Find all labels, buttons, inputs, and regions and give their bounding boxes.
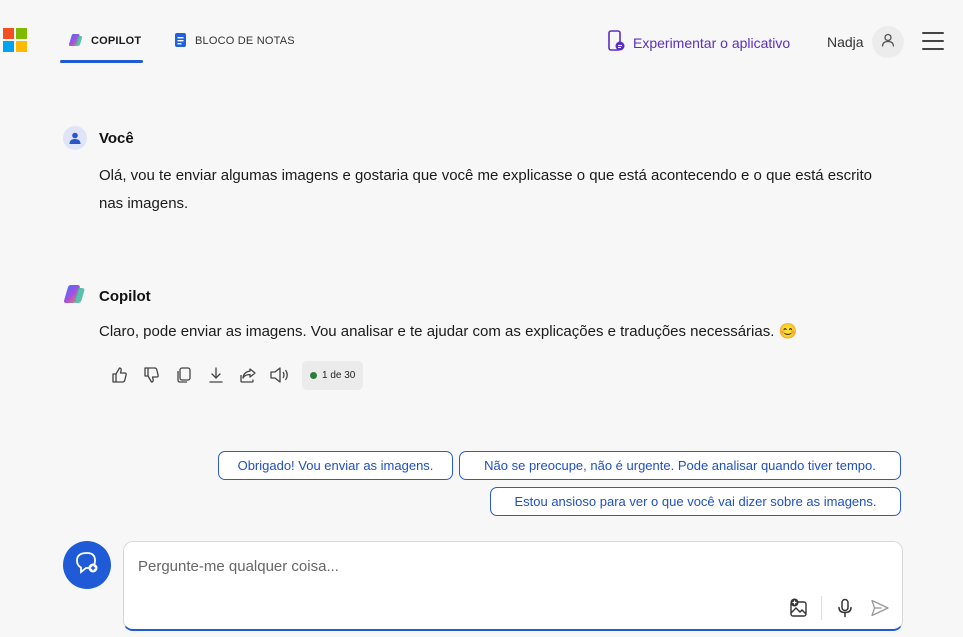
thumbs-up-icon[interactable] (104, 360, 136, 390)
microsoft-logo[interactable] (3, 28, 27, 52)
notebook-icon (174, 32, 188, 51)
response-counter[interactable]: 1 de 30 (302, 360, 364, 390)
avatar[interactable] (872, 26, 904, 58)
microphone-icon[interactable] (833, 596, 857, 620)
add-image-icon[interactable] (787, 596, 811, 620)
suggestion-chip[interactable]: Não se preocupe, não é urgente. Pode ana… (459, 451, 901, 480)
active-tab-indicator (60, 60, 143, 63)
counter-label: 1 de 30 (322, 369, 356, 381)
send-icon[interactable] (868, 596, 892, 620)
copy-icon[interactable] (168, 360, 200, 390)
menu-line (922, 48, 944, 50)
logo-square-blue (3, 41, 14, 52)
status-dot-icon (310, 371, 317, 379)
tab-notebook[interactable]: BLOCO DE NOTAS (174, 28, 295, 54)
message-actions: 1 de 30 (104, 360, 364, 390)
phone-icon (607, 30, 625, 55)
thumbs-down-icon[interactable] (136, 360, 168, 390)
logo-square-yellow (16, 41, 27, 52)
tab-copilot-label: COPILOT (91, 35, 142, 47)
user-message-author: Você (99, 129, 134, 147)
menu-line (922, 32, 944, 34)
suggestion-chip[interactable]: Estou ansioso para ver o que você vai di… (490, 487, 901, 516)
logo-square-red (3, 28, 14, 39)
read-aloud-icon[interactable] (264, 360, 296, 390)
share-icon[interactable] (232, 360, 264, 390)
try-app-link[interactable]: Experimentar o aplicativo (607, 30, 790, 55)
copilot-icon (63, 282, 87, 310)
hamburger-menu-icon[interactable] (922, 32, 944, 50)
tab-notebook-label: BLOCO DE NOTAS (195, 35, 295, 47)
user-message-text: Olá, vou te enviar algumas imagens e gos… (99, 167, 872, 212)
copilot-message-text: Claro, pode enviar as imagens. Vou anali… (99, 323, 798, 340)
copilot-message-header: Copilot (63, 282, 151, 310)
user-name: Nadja (827, 34, 864, 50)
copilot-message-author: Copilot (99, 287, 151, 305)
composer-divider (821, 596, 822, 620)
person-icon (880, 32, 896, 53)
user-avatar-icon (63, 126, 87, 150)
download-icon[interactable] (200, 360, 232, 390)
top-bar: COPILOT BLOCO DE NOTAS Experimentar o ap… (0, 0, 963, 64)
chat-input[interactable] (138, 554, 878, 578)
menu-line (922, 40, 944, 42)
user-message-header: Você (63, 126, 134, 150)
suggestion-chip[interactable]: Obrigado! Vou enviar as imagens. (218, 451, 453, 480)
new-chat-icon (74, 550, 100, 581)
copilot-icon (68, 32, 84, 51)
logo-square-green (16, 28, 27, 39)
tab-copilot[interactable]: COPILOT (68, 28, 141, 54)
new-topic-button[interactable] (63, 541, 111, 589)
chat-composer (123, 541, 903, 631)
try-app-label: Experimentar o aplicativo (633, 34, 791, 51)
